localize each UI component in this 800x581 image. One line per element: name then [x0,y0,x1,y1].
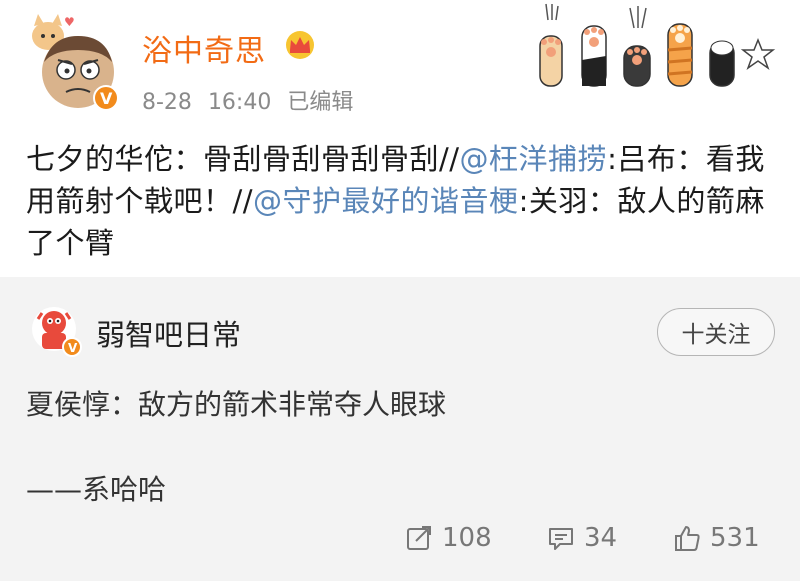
quoted-author-name[interactable]: 弱智吧日常 [96,312,241,354]
edited-label: 已编辑 [287,90,354,115]
mention-link-2[interactable]: @守护最好的谐音梗 [253,184,519,218]
post-content: 七夕的华佗：骨刮骨刮骨刮骨刮//@枉洋捕捞:吕布：看我用箭射个戟吧！//@守护最… [26,138,786,264]
comment-count: 34 [584,523,618,553]
thumbs-up-icon [675,526,700,551]
comment-button[interactable]: 34 [546,520,617,556]
post-meta: 8-28 16:40 已编辑 [142,84,369,116]
share-icon [407,526,431,550]
mention-link-1[interactable]: @枉洋捕捞 [460,142,608,176]
repost-button[interactable]: 108 [404,520,492,556]
like-count: 531 [710,523,760,553]
cat-paws-decoration [530,0,780,92]
quoted-text-line1: 夏侯惇：敌方的箭术非常夺人眼球 [26,388,447,421]
follow-button[interactable]: 十关注 [657,308,775,356]
svg-text:♥: ♥ [64,15,75,29]
repost-count: 108 [442,523,492,553]
cartoon-face-avatar-icon: ♥ V [32,14,119,111]
quoted-text-line2: ——系哈哈 [26,473,167,506]
author-avatar[interactable]: ♥ V [22,12,124,114]
comment-icon [549,528,573,550]
author-name[interactable]: 浴中奇思 [142,26,266,70]
quoted-author-avatar[interactable]: V [28,303,84,359]
post-header: ♥ V 浴中奇思 8-28 16:40 已编辑 [0,0,800,125]
svg-text:V: V [68,341,78,355]
post-text-part1: 七夕的华佗：骨刮骨刮骨刮骨刮// [26,142,460,176]
post-date: 8-28 [142,90,192,115]
svg-text:V: V [100,89,113,108]
post-time: 16:40 [207,90,272,115]
crown-icon [283,30,317,60]
like-button[interactable]: 531 [672,520,760,556]
